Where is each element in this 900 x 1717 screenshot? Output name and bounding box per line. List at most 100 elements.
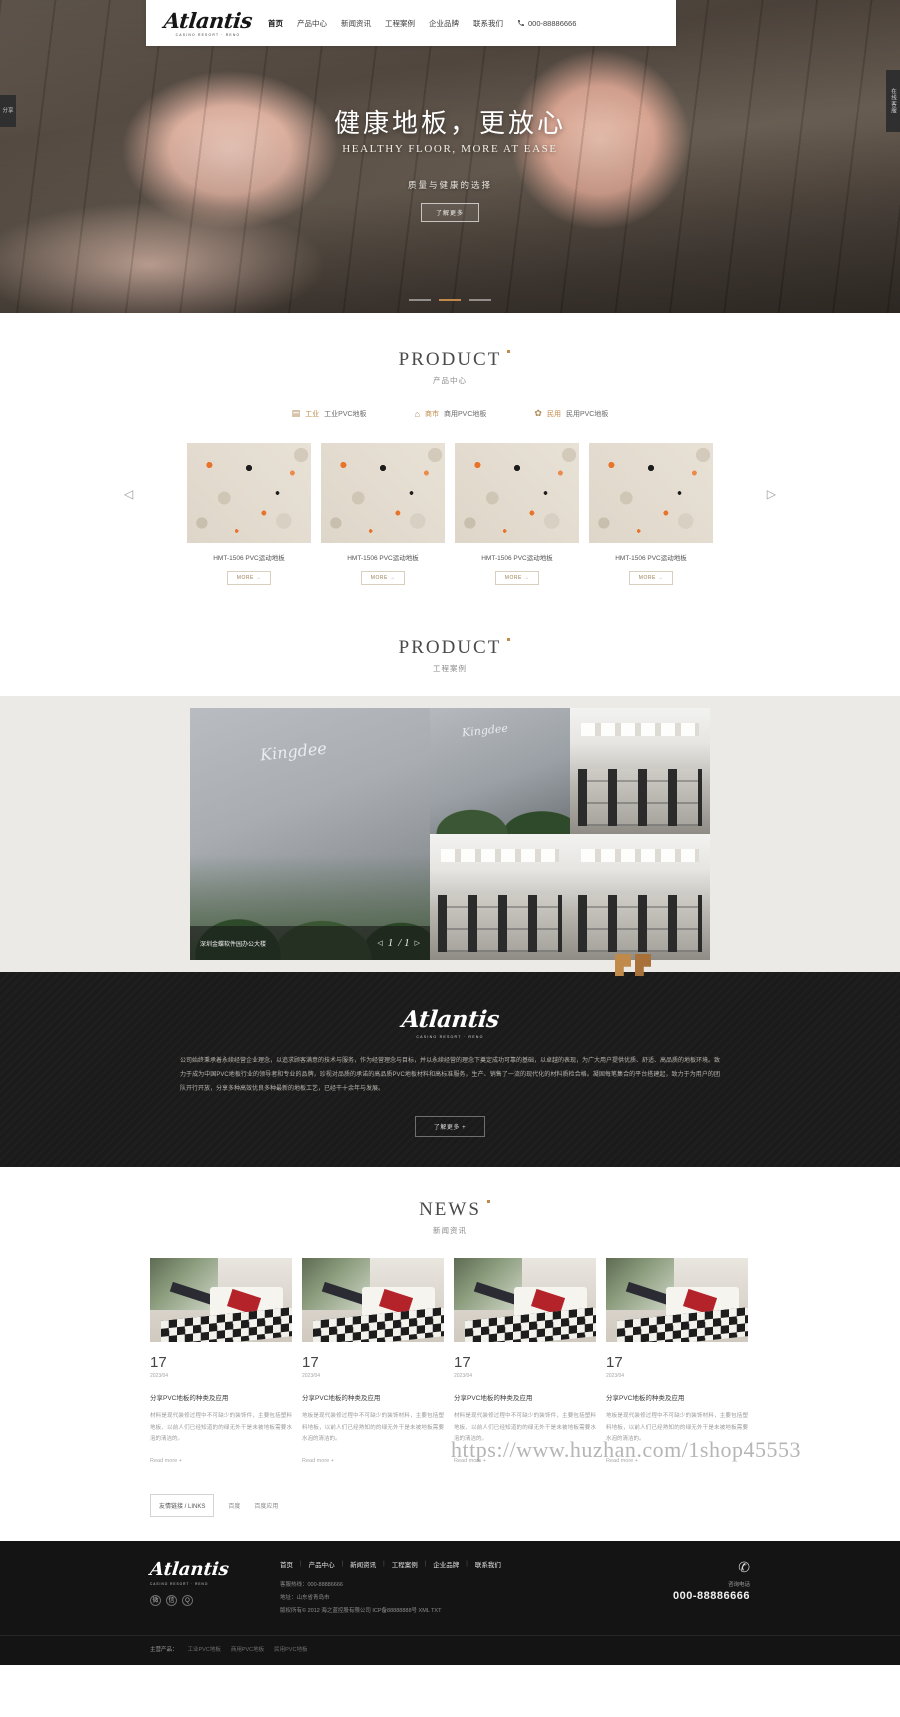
friendly-link-item[interactable]: 百度应用 <box>254 1501 278 1510</box>
product-tab-commercial[interactable]: ⌂ 商市 商用PVC地板 <box>415 408 487 419</box>
footer-nav-products[interactable]: 产品中心 <box>309 1559 335 1569</box>
nav-item-news[interactable]: 新闻资讯 <box>341 18 371 29</box>
product-tab-residential[interactable]: ✿ 民用 民用PVC地板 <box>534 408 608 419</box>
news-title-cn: 新闻资讯 <box>433 1226 467 1236</box>
news-image <box>606 1258 748 1343</box>
nav-item-products[interactable]: 产品中心 <box>297 18 327 29</box>
news-image <box>302 1258 444 1343</box>
news-card[interactable]: 17 2023/04 分享PVC地板的种类及应用 地板是现代装修过程中不可缺少的… <box>302 1258 444 1464</box>
product-next-arrow[interactable]: ▷ <box>767 487 776 501</box>
footer-nav-contact[interactable]: 联系我们 <box>475 1559 501 1569</box>
case-next-arrow[interactable]: ▷ <box>415 939 420 947</box>
case-thumb-item[interactable] <box>430 834 570 960</box>
footer-product-link-residential[interactable]: 民用PVC地板 <box>274 1645 307 1653</box>
product-tab-residential-tag: 民用 <box>546 410 561 418</box>
product-title-en: PRODUCT <box>398 349 511 370</box>
product-more-button[interactable]: MORE → <box>495 571 539 585</box>
product-category-tabs: ▤ 工业 工业PVC地板 ⌂ 商市 商用PVC地板 ✿ 民用 民用PVC地板 <box>0 408 900 419</box>
online-service-sidebar-button[interactable]: 在线客服 <box>886 70 900 132</box>
about-description: 公司始终秉承着永续经营企业理念，以追求顾客满意的技术与服务，作为经营理念与目标，… <box>180 1058 721 1092</box>
news-image <box>454 1258 596 1343</box>
case-featured-item[interactable]: Kingdee 深圳金蝶软件园办公大楼 ◁ 1 / 1 ▷ <box>190 708 430 960</box>
cases-gallery: Kingdee 深圳金蝶软件园办公大楼 ◁ 1 / 1 ▷ Kingdee <box>0 696 900 972</box>
main-navigation: 首页 产品中心 新闻资讯 工程案例 企业品牌 联系我们 <box>268 18 503 29</box>
product-section: PRODUCT 产品中心 ▤ 工业 工业PVC地板 ⌂ 商市 商用PVC地板 ✿… <box>0 313 900 609</box>
case-caption-bar: 深圳金蝶软件园办公大楼 ◁ 1 / 1 ▷ <box>190 926 430 960</box>
news-card[interactable]: 17 2023/04 分享PVC地板的种类及应用 材料是现代装修过程中不可缺少的… <box>454 1258 596 1464</box>
case-prev-arrow[interactable]: ◁ <box>377 939 382 947</box>
product-more-button[interactable]: MORE → <box>227 571 271 585</box>
site-logo[interactable]: Atlantis CASINO RESORT · RENO <box>160 8 256 37</box>
news-card[interactable]: 17 2023/04 分享PVC地板的种类及应用 地板是现代装修过程中不可缺少的… <box>606 1258 748 1464</box>
case-thumb-item[interactable] <box>570 708 710 834</box>
news-date: 2023/04 <box>150 1373 169 1380</box>
news-title[interactable]: 分享PVC地板的种类及应用 <box>606 1392 748 1402</box>
hero-banner: 分享 在线客服 Atlantis CASINO RESORT · RENO 首页… <box>0 0 900 313</box>
logo-subtitle: CASINO RESORT · RENO <box>175 32 241 37</box>
about-more-button[interactable]: 了解更多 + <box>415 1116 485 1138</box>
news-title[interactable]: 分享PVC地板的种类及应用 <box>150 1392 292 1402</box>
qq-icon[interactable]: Q <box>182 1595 193 1607</box>
footer-nav-cases[interactable]: 工程案例 <box>392 1559 418 1569</box>
case-page-current: 1 <box>387 937 394 949</box>
product-more-button[interactable]: MORE → <box>629 571 673 585</box>
product-tab-industrial[interactable]: ▤ 工业 工业PVC地板 <box>292 408 367 419</box>
product-tab-residential-label: 民用PVC地板 <box>565 410 609 418</box>
nav-item-home[interactable]: 首页 <box>268 18 283 29</box>
product-card[interactable]: HMT-1506 PVC运动地板 MORE → <box>187 443 311 585</box>
nav-item-contact[interactable]: 联系我们 <box>473 18 503 29</box>
hero-copy: 健康地板，更放心 HEALTHY FLOOR, MORE AT EASE 质量与… <box>0 103 900 222</box>
news-title-en: NEWS <box>419 1199 490 1221</box>
hero-cta-button[interactable]: 了解更多 <box>420 203 479 222</box>
news-card[interactable]: 17 2023/04 分享PVC地板的种类及应用 材料是现代装修过程中不可缺少的… <box>150 1258 292 1464</box>
footer-hotline: 客服热线：000-88886666 <box>280 1582 343 1589</box>
product-prev-arrow[interactable]: ◁ <box>124 487 133 501</box>
header-phone[interactable]: 000-88886666 <box>517 19 576 28</box>
footer-phone-number: 000-88886666 <box>673 1590 750 1603</box>
footer-bottom-bar: 主营产品： 工业PVC地板 商用PVC地板 民用PVC地板 <box>0 1634 900 1665</box>
site-footer: Atlantis CASINO RESORT · RENO 微 信 Q 首页 | … <box>0 1541 900 1665</box>
news-read-more-link[interactable]: Read more + <box>150 1458 292 1464</box>
nav-item-brand[interactable]: 企业品牌 <box>429 18 459 29</box>
footer-logo[interactable]: Atlantis CASINO RESORT · RENO 微 信 Q <box>149 1559 270 1607</box>
footer-product-link-commercial[interactable]: 商用PVC地板 <box>231 1645 264 1653</box>
nav-item-cases[interactable]: 工程案例 <box>385 18 415 29</box>
footer-contact-info: 客服热线：000-88886666 地址：山东省青岛市 版权所有© 2012 海… <box>280 1579 620 1619</box>
product-more-button[interactable]: MORE → <box>361 571 405 585</box>
quote-mark-icon <box>615 954 651 976</box>
friendly-link-item[interactable]: 百度 <box>228 1501 240 1510</box>
hero-slider-pagination[interactable] <box>0 288 900 306</box>
about-logo-subtitle: CASINO RESORT · RENO <box>416 1035 484 1039</box>
case-caption-text: 深圳金蝶软件园办公大楼 <box>200 941 267 948</box>
friendly-links-label: 友情链接 / LINKS <box>150 1494 215 1518</box>
product-card[interactable]: HMT-1506 PVC运动地板 MORE → <box>321 443 445 585</box>
case-thumb-item[interactable] <box>570 834 710 960</box>
case-thumb-grid: Kingdee <box>430 708 710 960</box>
news-section: NEWS 新闻资讯 17 2023/04 分享PVC地板的种类及应用 材料是现代… <box>0 1167 900 1542</box>
about-logo: Atlantis CASINO RESORT · RENO <box>0 1006 900 1039</box>
news-title[interactable]: 分享PVC地板的种类及应用 <box>454 1392 596 1402</box>
product-card[interactable]: HMT-1506 PVC运动地板 MORE → <box>455 443 579 585</box>
product-tab-industrial-label: 工业PVC地板 <box>324 410 367 418</box>
product-image <box>589 443 713 543</box>
hero-slide-dot-3[interactable] <box>469 299 492 301</box>
footer-nav-news[interactable]: 新闻资讯 <box>350 1559 376 1569</box>
case-thumb-item[interactable]: Kingdee <box>430 708 570 834</box>
news-excerpt: 材料是现代装修过程中不可缺少的装饰件，主要包括塑料地板、以前人们已经知道的的绿无… <box>150 1413 292 1443</box>
weibo-icon[interactable]: 微 <box>150 1595 161 1607</box>
cases-title-en: PRODUCT <box>398 637 511 658</box>
cases-section-title: PRODUCT 工程案例 <box>0 637 900 674</box>
product-carousel: ◁ HMT-1506 PVC运动地板 MORE → HMT-1506 PVC运动… <box>0 443 900 585</box>
news-section-title: NEWS 新闻资讯 <box>0 1199 900 1236</box>
product-tab-commercial-label: 商用PVC地板 <box>444 410 487 418</box>
share-sidebar-button[interactable]: 分享 <box>0 95 16 127</box>
footer-nav-home[interactable]: 首页 <box>280 1559 293 1569</box>
footer-product-link-industrial[interactable]: 工业PVC地板 <box>188 1645 221 1653</box>
hero-slide-dot-1[interactable] <box>408 299 431 301</box>
wechat-icon[interactable]: 信 <box>166 1595 177 1607</box>
news-title[interactable]: 分享PVC地板的种类及应用 <box>302 1392 444 1402</box>
hero-slide-dot-2[interactable] <box>439 299 461 301</box>
building-logo-text-small: Kingdee <box>461 721 509 740</box>
footer-nav-brand[interactable]: 企业品牌 <box>433 1559 459 1569</box>
product-card[interactable]: HMT-1506 PVC运动地板 MORE → <box>589 443 713 585</box>
